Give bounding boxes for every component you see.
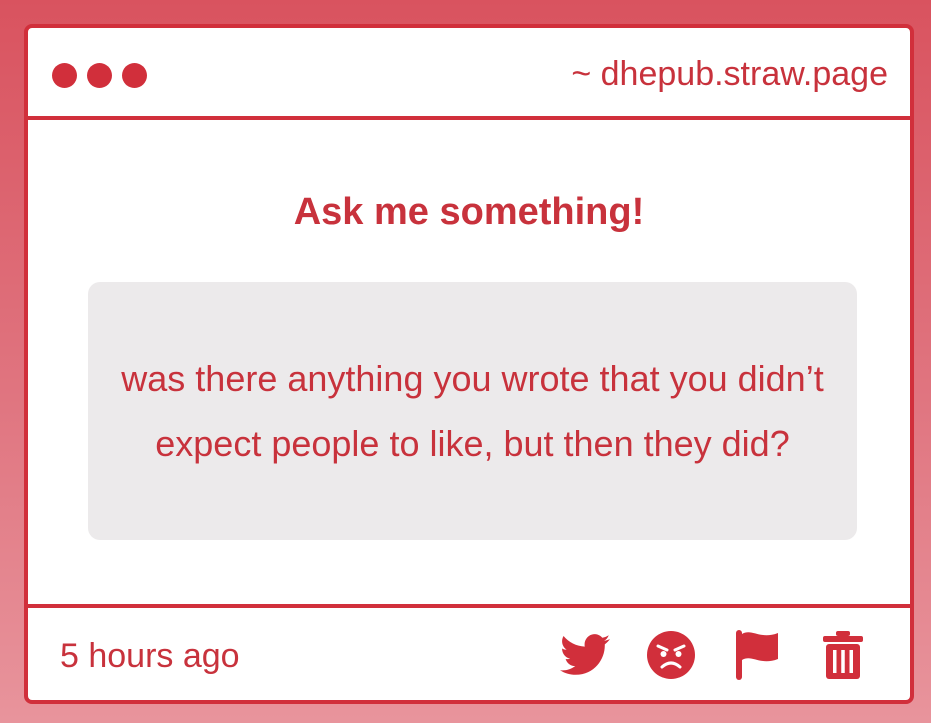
window-dot-icon bbox=[52, 63, 77, 88]
report-button[interactable] bbox=[732, 630, 782, 680]
block-button[interactable] bbox=[646, 630, 696, 680]
window-dot-icon bbox=[122, 63, 147, 88]
question-card: ~ dhepub.straw.page Ask me something! wa… bbox=[24, 24, 914, 704]
twitter-icon bbox=[560, 634, 610, 675]
timestamp: 5 hours ago bbox=[60, 637, 240, 675]
share-twitter-button[interactable] bbox=[560, 630, 610, 680]
angry-face-icon bbox=[647, 631, 695, 679]
delete-button[interactable] bbox=[818, 630, 868, 680]
window-title-bar: ~ dhepub.straw.page bbox=[28, 28, 910, 120]
page-url[interactable]: ~ dhepub.straw.page bbox=[571, 54, 888, 94]
trash-icon bbox=[823, 631, 863, 679]
flag-icon bbox=[736, 630, 778, 680]
card-content: Ask me something! was there anything you… bbox=[28, 120, 910, 604]
page-title: Ask me something! bbox=[293, 191, 645, 233]
action-bar bbox=[560, 630, 868, 680]
window-dots bbox=[52, 63, 147, 88]
window-dot-icon bbox=[87, 63, 112, 88]
card-footer: 5 hours ago bbox=[28, 604, 910, 700]
question-box: was there anything you wrote that you di… bbox=[88, 282, 857, 540]
question-text: was there anything you wrote that you di… bbox=[121, 358, 824, 464]
